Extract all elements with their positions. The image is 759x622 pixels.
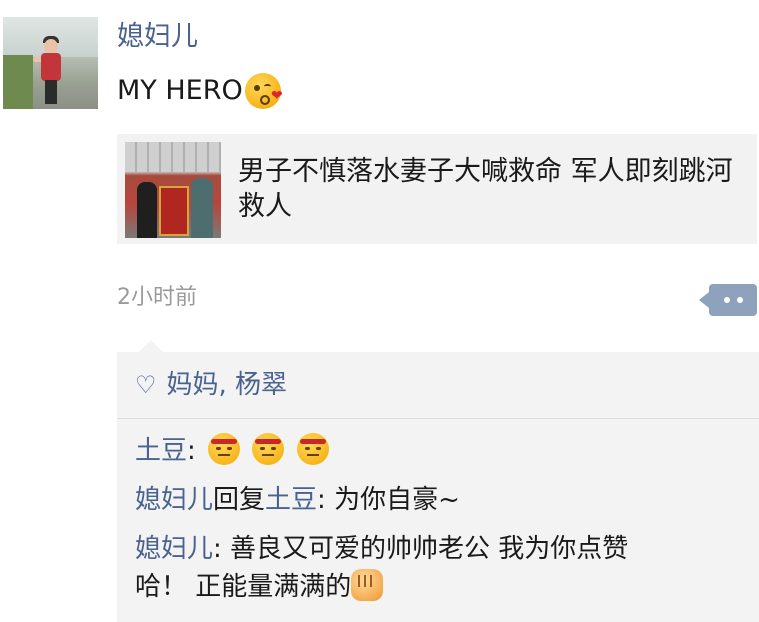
- heart-outline-icon: ♡: [135, 371, 157, 399]
- link-thumbnail: [125, 142, 221, 238]
- comment-row[interactable]: 土豆:: [135, 432, 745, 470]
- more-dot-icon: [736, 297, 743, 303]
- comments-panel: ♡ 妈妈, 杨翠 土豆: 媳妇儿回复土豆: 为你自豪~ 媳妇儿: 善良又可爱的帅…: [117, 340, 759, 622]
- kiss-emoji-icon: ❤: [244, 73, 283, 109]
- more-dot-icon: [723, 297, 730, 303]
- avatar-grass: [3, 55, 33, 109]
- shared-link-card[interactable]: 男子不慎落水妻子大喊救命 军人即刻跳河救人: [117, 134, 757, 244]
- post-text: MY HERO ❤: [117, 71, 283, 111]
- comment-text: 善良又可爱的帅帅老公 我为你点赞: [230, 534, 629, 564]
- annoyed-emoji-icon: [252, 433, 285, 465]
- annoyed-emoji-icon: [296, 433, 329, 465]
- avatar[interactable]: [3, 17, 98, 109]
- comment-text-line2: 哈！ 正能量满满的: [135, 568, 745, 606]
- fist-emoji-icon: [351, 569, 384, 601]
- comment-row[interactable]: 媳妇儿回复土豆: 为你自豪~: [135, 481, 745, 519]
- comment-separator: :: [187, 436, 205, 466]
- comment-row[interactable]: 媳妇儿: 善良又可爱的帅帅老公 我为你点赞 哈！ 正能量满满的: [135, 530, 745, 606]
- reply-word: 回复: [213, 485, 266, 515]
- comment-nickname[interactable]: 媳妇儿: [135, 485, 213, 515]
- comment-text-continued: 哈！ 正能量满满的: [135, 572, 352, 602]
- comment-nickname[interactable]: 土豆: [135, 436, 187, 466]
- more-actions-button[interactable]: [699, 284, 757, 316]
- comment-text: 为你自豪~: [334, 485, 460, 515]
- post-text-content: MY HERO: [117, 75, 243, 106]
- likes-row: ♡ 妈妈, 杨翠: [135, 368, 287, 402]
- avatar-kid-body: [41, 53, 61, 81]
- avatar-kid-head: [44, 39, 58, 54]
- comment-separator: :: [213, 534, 231, 564]
- reply-target-nickname[interactable]: 土豆: [265, 485, 317, 515]
- annoyed-emoji-icon: [208, 433, 241, 465]
- author-name[interactable]: 媳妇儿: [117, 18, 198, 56]
- post-time: 2小时前: [117, 285, 197, 310]
- link-title: 男子不慎落水妻子大喊救命 军人即刻跳河救人: [238, 156, 733, 222]
- divider: [117, 418, 759, 419]
- comment-separator: :: [317, 485, 335, 515]
- likes-names[interactable]: 妈妈, 杨翠: [167, 368, 288, 402]
- comment-nickname[interactable]: 媳妇儿: [135, 534, 213, 564]
- avatar-kid-legs: [45, 80, 57, 104]
